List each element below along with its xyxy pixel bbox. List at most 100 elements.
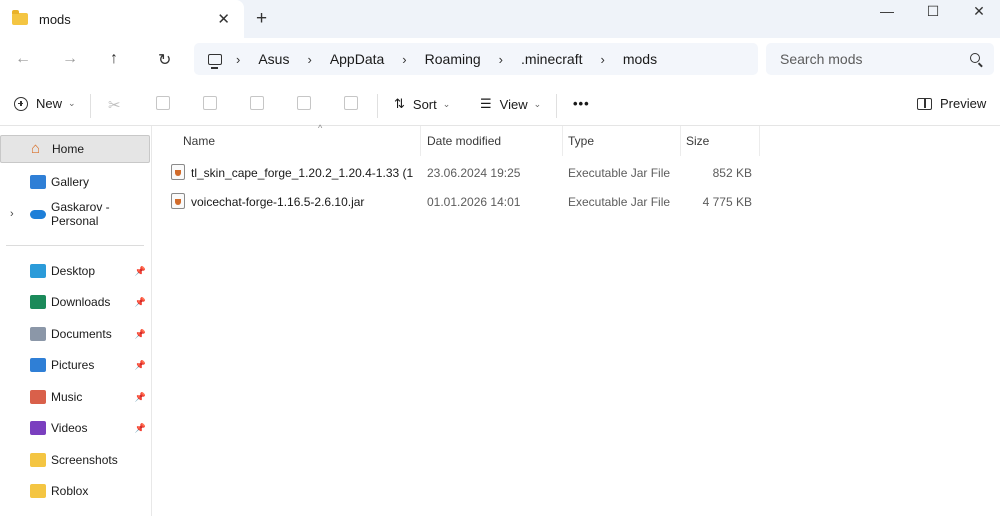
breadcrumb-appdata[interactable]: AppData (330, 51, 384, 67)
this-pc-icon[interactable] (208, 53, 222, 69)
sidebar-item-documents[interactable]: Documents 📌 (0, 320, 150, 348)
pin-icon[interactable]: 📌 (135, 329, 146, 340)
sort-icon: ⇅ (394, 96, 405, 111)
sidebar-item-label: Roblox (51, 484, 89, 498)
chevron-right-icon[interactable]: › (402, 52, 406, 67)
music-icon (30, 390, 46, 404)
sidebar-item-gallery[interactable]: Gallery (0, 168, 150, 196)
sidebar-item-label: Downloads (51, 295, 111, 309)
sidebar-item-label: Videos (51, 421, 88, 435)
chevron-right-icon[interactable]: › (307, 52, 311, 67)
sidebar-item-pictures[interactable]: Pictures 📌 (0, 351, 150, 379)
back-button[interactable]: ← (15, 50, 31, 68)
forward-button[interactable]: → (62, 50, 78, 68)
sidebar-item-label: Gallery (51, 175, 90, 189)
rename-button[interactable] (250, 96, 264, 110)
new-button[interactable]: New ⌄ (14, 96, 76, 111)
refresh-button[interactable]: ↻ (158, 50, 171, 70)
column-label: Date modified (427, 134, 502, 148)
sidebar-item-onedrive[interactable]: › Gaskarov - Personal (0, 200, 150, 228)
trash-icon (344, 96, 358, 110)
sidebar-item-roblox[interactable]: Roblox (0, 477, 150, 505)
sidebar-item-videos[interactable]: Videos 📌 (0, 414, 150, 442)
close-window-button[interactable]: ✕ (956, 0, 1000, 22)
preview-pane-icon (917, 97, 932, 110)
preview-button[interactable]: Preview (917, 96, 986, 111)
more-options-button[interactable]: ••• (573, 96, 590, 111)
share-button[interactable] (297, 96, 311, 110)
file-date: 01.01.2026 14:01 (427, 195, 521, 209)
pictures-icon (30, 358, 46, 372)
sidebar-item-label: Screenshots (51, 453, 118, 467)
maximize-button[interactable]: ☐ (910, 0, 956, 22)
copy-button[interactable] (156, 96, 170, 110)
rename-icon (250, 96, 264, 110)
pin-icon[interactable]: 📌 (135, 423, 146, 434)
command-bar: New ⌄ ✂ ⇅ Sort ⌄ ☰ View ⌄ ••• Preview (0, 86, 1000, 126)
delete-button[interactable] (344, 96, 358, 110)
paste-button[interactable] (203, 96, 217, 110)
pin-icon[interactable]: 📌 (135, 360, 146, 371)
breadcrumb-mods[interactable]: mods (623, 51, 657, 67)
sidebar-item-screenshots[interactable]: Screenshots (0, 446, 150, 474)
view-button[interactable]: ☰ View ⌄ (480, 96, 541, 112)
sidebar-item-home[interactable]: ⌂ Home (0, 135, 150, 163)
chevron-right-icon[interactable]: › (10, 208, 14, 220)
navigation-bar: ← → ↑ ↻ › Asus › AppData › Roaming › .mi… (0, 38, 1000, 80)
jar-file-icon (171, 164, 185, 180)
folder-icon (30, 453, 46, 467)
paste-icon (203, 96, 217, 110)
table-row[interactable]: voicechat-forge-1.16.5-2.6.10.jar 01.01.… (167, 188, 767, 216)
pin-icon[interactable]: 📌 (135, 266, 146, 277)
divider (6, 245, 144, 246)
sidebar-item-label: Documents (51, 327, 112, 341)
column-header-type[interactable]: Type (560, 126, 681, 156)
sort-ascending-icon: ^ (318, 123, 323, 133)
column-header-size[interactable]: Size (678, 126, 760, 156)
chevron-right-icon[interactable]: › (236, 52, 240, 67)
tab-mods[interactable]: mods ✕ (0, 0, 244, 38)
breadcrumb-minecraft[interactable]: .minecraft (521, 51, 582, 67)
sidebar-item-downloads[interactable]: Downloads 📌 (0, 288, 150, 316)
file-list: Name ^ Date modified Type Size tl_skin_c… (152, 123, 1000, 516)
column-label: Size (686, 134, 710, 148)
search-icon[interactable] (970, 53, 980, 63)
folder-icon (30, 484, 46, 498)
chevron-right-icon[interactable]: › (600, 52, 604, 67)
divider (90, 94, 91, 118)
documents-icon (30, 327, 46, 341)
sort-button[interactable]: ⇅ Sort ⌄ (394, 96, 450, 112)
folder-icon (12, 10, 28, 25)
onedrive-cloud-icon (30, 209, 46, 219)
divider (377, 94, 378, 118)
search-box[interactable] (766, 43, 994, 75)
new-tab-button[interactable]: + (256, 8, 267, 30)
column-header-name[interactable]: Name ^ (175, 123, 421, 156)
cut-button[interactable]: ✂ (108, 96, 121, 114)
title-bar: mods ✕ + — ☐ ✕ (0, 0, 1000, 38)
sidebar-item-music[interactable]: Music 📌 (0, 383, 150, 411)
home-icon: ⌂ (31, 140, 41, 157)
chevron-down-icon: ⌄ (68, 98, 76, 108)
breadcrumb-asus[interactable]: Asus (258, 51, 289, 67)
sidebar-item-desktop[interactable]: Desktop 📌 (0, 257, 150, 285)
breadcrumb-roaming[interactable]: Roaming (425, 51, 481, 67)
up-button[interactable]: ↑ (110, 50, 118, 68)
minimize-button[interactable]: — (864, 0, 910, 22)
gallery-icon (30, 175, 46, 189)
address-bar[interactable]: › Asus › AppData › Roaming › .minecraft … (194, 43, 758, 75)
scissors-icon: ✂ (108, 97, 121, 114)
search-input[interactable] (780, 51, 960, 67)
sidebar-item-label: Home (52, 142, 85, 156)
divider (556, 94, 557, 118)
pin-icon[interactable]: 📌 (135, 392, 146, 403)
videos-icon (30, 421, 46, 435)
file-type: Executable Jar File (568, 195, 671, 209)
table-row[interactable]: tl_skin_cape_forge_1.20.2_1.20.4-1.33 (1… (167, 159, 767, 187)
chevron-down-icon: ⌄ (442, 98, 451, 109)
close-tab-button[interactable]: ✕ (217, 10, 230, 28)
column-header-date[interactable]: Date modified (419, 126, 563, 156)
sort-label: Sort (412, 96, 437, 112)
chevron-right-icon[interactable]: › (499, 52, 503, 67)
pin-icon[interactable]: 📌 (135, 297, 146, 308)
